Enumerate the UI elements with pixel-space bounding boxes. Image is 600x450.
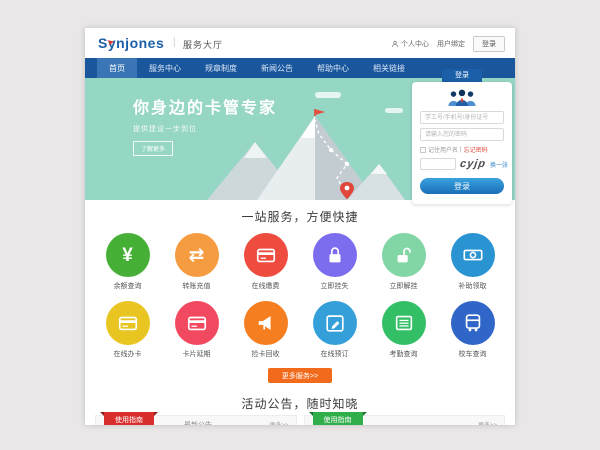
remember-separator: | — [460, 147, 462, 153]
service-label: 转账充值 — [162, 281, 231, 291]
service-item-5[interactable]: 补助领取 — [438, 233, 507, 291]
transfer-icon: ⇄ — [175, 233, 219, 277]
announcement-panels: 使用指南最新公告更多>>使用指南更多>> — [95, 415, 505, 425]
service-item-1[interactable]: ⇄ 转账充值 — [162, 233, 231, 291]
list-icon — [382, 301, 426, 345]
user-binding-label: 用户绑定 — [437, 39, 465, 49]
service-label: 校车查询 — [438, 349, 507, 359]
announcement-panel-0: 使用指南最新公告 更多>> — [95, 415, 297, 425]
services-title: 一站服务，方便快捷 — [85, 208, 515, 225]
personal-center-label: 个人中心 — [401, 39, 429, 49]
username-input[interactable] — [420, 111, 504, 124]
site-page: Synjones ➤ | 服务大厅 个人中心 用户绑定 登录 首 — [85, 28, 515, 425]
captcha-row: cyjp 换一张 — [420, 158, 504, 170]
nav-item-2[interactable]: 规章制度 — [193, 58, 249, 78]
service-label: 考勤查询 — [369, 349, 438, 359]
service-label: 捡卡回收 — [231, 349, 300, 359]
service-item-0[interactable]: ¥ 余额查询 — [93, 233, 162, 291]
service-label: 余额查询 — [93, 281, 162, 291]
more-services-button[interactable]: 更多服务>> — [268, 368, 332, 383]
unlock-icon — [382, 233, 426, 277]
user-icon — [391, 40, 399, 48]
service-item-11[interactable]: 校车查询 — [438, 301, 507, 359]
service-item-3[interactable]: 立即挂失 — [300, 233, 369, 291]
panel-tab[interactable]: 使用指南 — [104, 412, 154, 425]
yuan-icon: ¥ — [106, 233, 150, 277]
login-card: 记住用户名 | 忘记密码 cyjp 换一张 登录 — [412, 82, 512, 204]
panel-secondary-tab[interactable]: 最新公告 — [184, 420, 212, 425]
hero-banner: 你身边的卡管专家 提供建设一步到位 了解更多 — [85, 78, 515, 200]
mountain-illustration — [197, 108, 407, 200]
service-label: 在线办卡 — [93, 349, 162, 359]
card-icon — [106, 301, 150, 345]
card-icon — [244, 233, 288, 277]
service-label: 立即挂失 — [300, 281, 369, 291]
nav-item-0[interactable]: 首页 — [97, 58, 137, 78]
megaphone-icon — [244, 301, 288, 345]
service-item-2[interactable]: 在线缴费 — [231, 233, 300, 291]
service-item-9[interactable]: 在线预订 — [300, 301, 369, 359]
panel-more-link[interactable]: 更多>> — [269, 420, 288, 425]
site-subtitle: 服务大厅 — [183, 38, 223, 51]
banknote-icon — [451, 233, 495, 277]
service-label: 卡片延期 — [162, 349, 231, 359]
panel-tab[interactable]: 使用指南 — [313, 412, 363, 425]
service-item-8[interactable]: 捡卡回收 — [231, 301, 300, 359]
captcha-input[interactable] — [420, 158, 456, 170]
cloud-shape — [315, 92, 341, 98]
nav-item-1[interactable]: 服务中心 — [137, 58, 193, 78]
service-label: 补助领取 — [438, 281, 507, 291]
remember-label: 记住用户名 — [428, 145, 458, 154]
lock-icon — [313, 233, 357, 277]
service-item-10[interactable]: 考勤查询 — [369, 301, 438, 359]
hero-cta-button[interactable]: 了解更多 — [133, 141, 173, 156]
header-login-button[interactable]: 登录 — [473, 36, 505, 52]
services-section: 一站服务，方便快捷 ¥ 余额查询 ⇄ 转账充值在线缴费立即挂失立即解挂补助领取在线办卡… — [85, 200, 515, 383]
service-item-4[interactable]: 立即解挂 — [369, 233, 438, 291]
service-item-6[interactable]: 在线办卡 — [93, 301, 162, 359]
service-item-7[interactable]: 卡片延期 — [162, 301, 231, 359]
nav-item-4[interactable]: 帮助中心 — [305, 58, 361, 78]
service-label: 在线缴费 — [231, 281, 300, 291]
announcement-panel-1: 使用指南更多>> — [304, 415, 506, 425]
site-logo[interactable]: Synjones ➤ — [98, 35, 164, 51]
login-panel: 登录 记住用户名 — [412, 69, 512, 204]
services-grid: ¥ 余额查询 ⇄ 转账充值在线缴费立即挂失立即解挂补助领取在线办卡卡片延期捡卡回收在线… — [93, 233, 507, 359]
service-label: 在线预订 — [300, 349, 369, 359]
personal-center-link[interactable]: 个人中心 — [391, 39, 429, 49]
users-icon — [445, 89, 479, 106]
login-submit-button[interactable]: 登录 — [420, 178, 504, 194]
user-binding-link[interactable]: 用户绑定 — [437, 39, 465, 49]
bus-icon — [451, 301, 495, 345]
forgot-password-link[interactable]: 忘记密码 — [464, 145, 488, 154]
captcha-image[interactable]: cyjp — [459, 158, 487, 170]
panel-more-link[interactable]: 更多>> — [478, 420, 497, 425]
captcha-refresh-link[interactable]: 换一张 — [490, 160, 508, 169]
card-icon — [175, 301, 219, 345]
edit-icon — [313, 301, 357, 345]
login-tab[interactable]: 登录 — [442, 69, 482, 82]
screenshot-stage: Synjones ➤ | 服务大厅 个人中心 用户绑定 登录 首 — [0, 0, 600, 450]
service-label: 立即解挂 — [369, 281, 438, 291]
password-input[interactable] — [420, 128, 504, 141]
nav-item-3[interactable]: 新闻公告 — [249, 58, 305, 78]
remember-checkbox[interactable] — [420, 147, 426, 153]
header-right: 个人中心 用户绑定 登录 — [391, 36, 505, 52]
nav-item-5[interactable]: 相关链接 — [361, 58, 417, 78]
announcements-title: 活动公告，随时知晓 — [85, 395, 515, 412]
remember-row: 记住用户名 | 忘记密码 — [420, 145, 504, 154]
site-header: Synjones ➤ | 服务大厅 个人中心 用户绑定 登录 — [85, 28, 515, 58]
logo-divider: | — [173, 37, 176, 48]
announcements-section: 活动公告，随时知晓 使用指南最新公告更多>>使用指南更多>> — [85, 395, 515, 412]
